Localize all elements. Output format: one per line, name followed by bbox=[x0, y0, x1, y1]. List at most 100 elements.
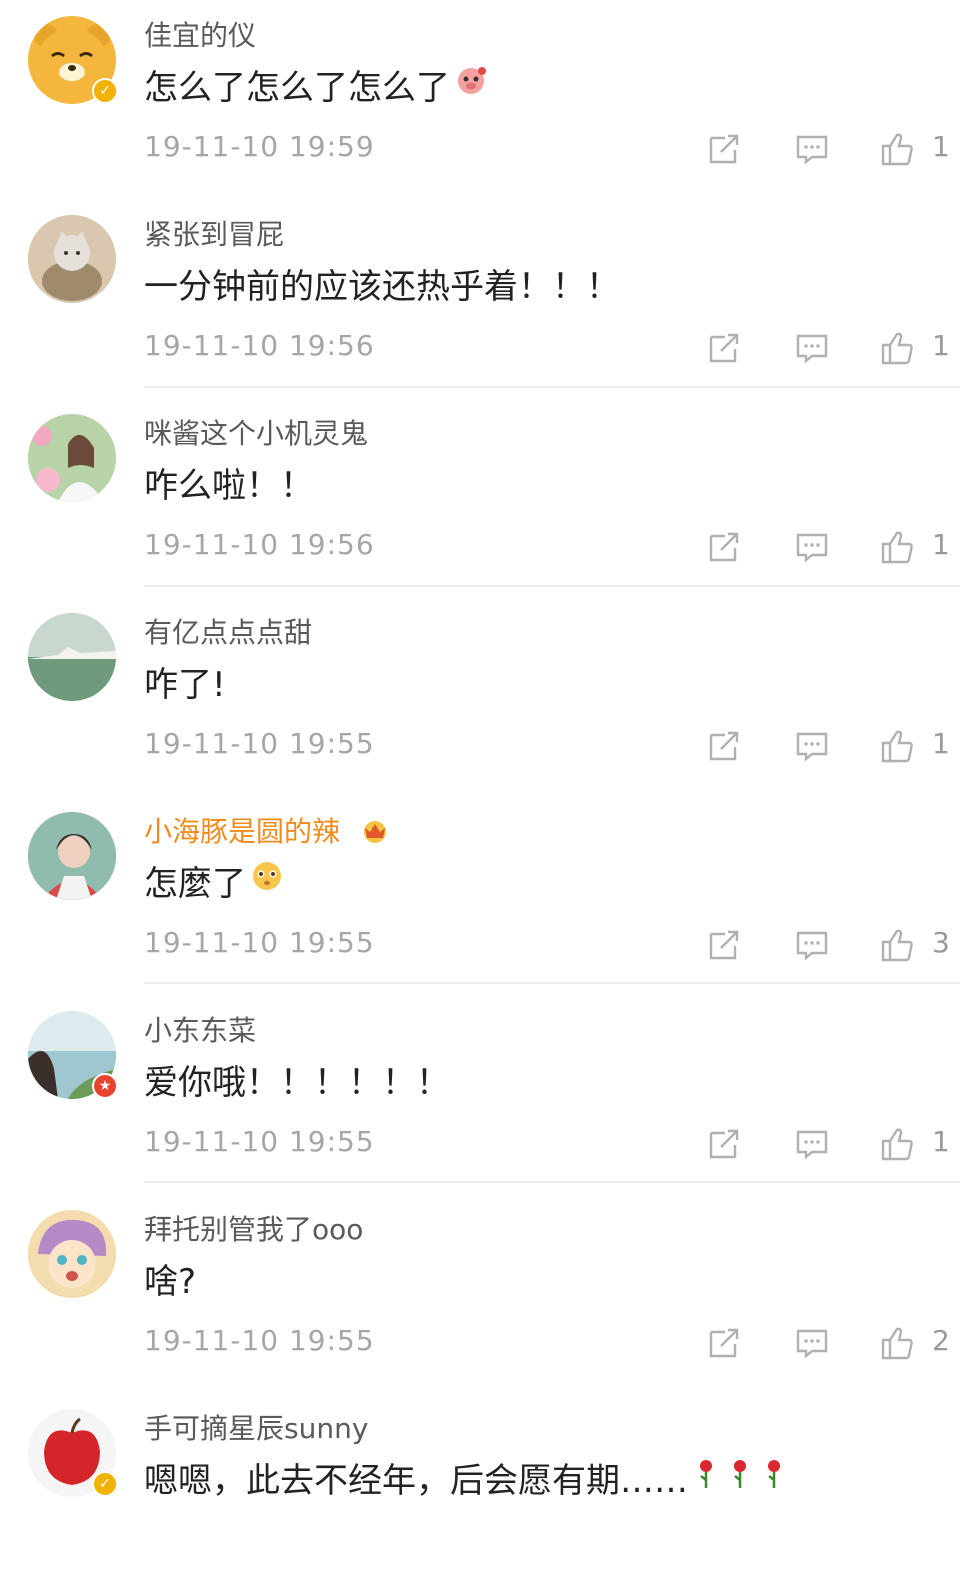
comment-item: 咪酱这个小机灵鬼 咋么啦！！ 19-11-10 19:56 1 bbox=[0, 398, 960, 596]
reply-button[interactable] bbox=[795, 530, 829, 564]
share-icon bbox=[709, 532, 739, 562]
comment-username[interactable]: 佳宜的仪 bbox=[144, 14, 256, 54]
like-count: 1 bbox=[932, 130, 950, 163]
comment-icon bbox=[796, 931, 828, 961]
reply-button[interactable] bbox=[795, 1326, 829, 1360]
like-count: 1 bbox=[932, 528, 950, 561]
comment-text: 咋么啦！！ bbox=[144, 466, 314, 506]
like-button[interactable] bbox=[880, 1127, 914, 1161]
thumbs-up-icon bbox=[881, 1128, 913, 1161]
comment-icon bbox=[796, 1130, 828, 1160]
reply-button[interactable] bbox=[795, 928, 829, 962]
seaside-avatar-icon bbox=[28, 613, 116, 701]
comment-username[interactable]: 小东东菜 bbox=[144, 1009, 256, 1049]
share-icon bbox=[709, 930, 739, 960]
share-button[interactable] bbox=[707, 1326, 741, 1360]
comment-username[interactable]: 咪酱这个小机灵鬼 bbox=[144, 412, 368, 452]
comment-time: 19-11-10 19:55 bbox=[144, 1125, 375, 1158]
like-button[interactable] bbox=[880, 530, 914, 564]
thumbs-up-icon bbox=[881, 929, 913, 962]
like-count: 1 bbox=[932, 1125, 950, 1158]
share-icon bbox=[709, 333, 739, 363]
comment-username[interactable]: 手可摘星辰sunny bbox=[144, 1407, 368, 1447]
comment-item: ✓ 手可摘星辰sunny 嗯嗯，此去不经年，后会愿有期…… bbox=[0, 1393, 960, 1591]
comment-item: 拜托别管我了ooo 啥? 19-11-10 19:55 2 bbox=[0, 1194, 960, 1392]
avatar[interactable] bbox=[28, 414, 116, 502]
comment-username[interactable]: 小海豚是圆的辣 bbox=[144, 810, 391, 851]
cat-avatar-icon bbox=[28, 215, 116, 303]
comment-text: 爱你哦！！！！！！ bbox=[144, 1063, 450, 1103]
share-icon bbox=[709, 1129, 739, 1159]
reply-button[interactable] bbox=[795, 1127, 829, 1161]
pig-emoji-icon bbox=[454, 63, 488, 106]
reply-button[interactable] bbox=[795, 729, 829, 763]
worried-face-emoji-icon bbox=[250, 859, 284, 902]
comment-text: 怎么了怎么了怎么了 bbox=[144, 60, 488, 109]
comment-text: 一分钟前的应该还热乎着！！！ bbox=[144, 267, 620, 307]
divider bbox=[144, 1181, 960, 1183]
comment-item: 小海豚是圆的辣 怎麼了 19-11-10 19:55 3 bbox=[0, 796, 960, 994]
reply-button[interactable] bbox=[795, 132, 829, 166]
share-button[interactable] bbox=[707, 928, 741, 962]
comment-item: 紧张到冒屁 一分钟前的应该还热乎着！！！ 19-11-10 19:56 1 bbox=[0, 199, 960, 397]
like-count: 1 bbox=[932, 727, 950, 760]
crown-vip-icon bbox=[359, 816, 391, 851]
comment-text: 嗯嗯，此去不经年，后会愿有期…… bbox=[144, 1453, 792, 1502]
comment-time: 19-11-10 19:55 bbox=[144, 926, 375, 959]
comment-icon bbox=[796, 334, 828, 364]
like-count: 1 bbox=[932, 329, 950, 362]
avatar[interactable]: ✓ bbox=[28, 1409, 118, 1497]
avatar[interactable] bbox=[28, 215, 116, 303]
comment-username[interactable]: 有亿点点点甜 bbox=[144, 611, 312, 651]
comment-icon bbox=[796, 732, 828, 762]
comment-item: 有亿点点点甜 咋了! 19-11-10 19:55 1 bbox=[0, 597, 960, 795]
comment-time: 19-11-10 19:55 bbox=[144, 1324, 375, 1357]
share-button[interactable] bbox=[707, 132, 741, 166]
avatar[interactable] bbox=[28, 1210, 116, 1298]
comment-icon bbox=[796, 135, 828, 165]
comment-time: 19-11-10 19:56 bbox=[144, 528, 375, 561]
reply-button[interactable] bbox=[795, 331, 829, 365]
comment-text: 啥? bbox=[144, 1262, 197, 1302]
verified-badge-icon: ✓ bbox=[92, 1471, 118, 1497]
comment-icon bbox=[796, 1329, 828, 1359]
thumbs-up-icon bbox=[881, 1327, 913, 1360]
comment-text: 咋了! bbox=[144, 665, 226, 705]
like-count: 3 bbox=[932, 926, 950, 959]
avatar[interactable] bbox=[28, 812, 116, 900]
like-count: 2 bbox=[932, 1324, 950, 1357]
share-icon bbox=[709, 731, 739, 761]
share-button[interactable] bbox=[707, 1127, 741, 1161]
woman-avatar-icon bbox=[28, 812, 116, 900]
thumbs-up-icon bbox=[881, 133, 913, 166]
share-button[interactable] bbox=[707, 530, 741, 564]
like-button[interactable] bbox=[880, 132, 914, 166]
verified-badge-icon: ✓ bbox=[92, 78, 118, 104]
like-button[interactable] bbox=[880, 331, 914, 365]
comment-icon bbox=[796, 533, 828, 563]
comment-username[interactable]: 拜托别管我了ooo bbox=[144, 1208, 363, 1248]
comment-time: 19-11-10 19:59 bbox=[144, 130, 375, 163]
share-icon bbox=[709, 134, 739, 164]
like-button[interactable] bbox=[880, 1326, 914, 1360]
avatar[interactable]: ✓ bbox=[28, 16, 118, 104]
star-badge-icon: ★ bbox=[92, 1073, 118, 1099]
share-button[interactable] bbox=[707, 729, 741, 763]
avatar[interactable]: ★ bbox=[28, 1011, 118, 1099]
comment-text: 怎麼了 bbox=[144, 856, 284, 905]
rose-emoji-icon bbox=[692, 1456, 792, 1499]
comment-username[interactable]: 紧张到冒屁 bbox=[144, 213, 284, 253]
divider bbox=[144, 585, 960, 587]
thumbs-up-icon bbox=[881, 531, 913, 564]
divider bbox=[144, 982, 960, 984]
comment-item: ✓ 佳宜的仪 怎么了怎么了怎么了 19-11-10 19:59 1 bbox=[0, 0, 960, 198]
divider bbox=[144, 386, 960, 388]
like-button[interactable] bbox=[880, 729, 914, 763]
share-icon bbox=[709, 1328, 739, 1358]
share-button[interactable] bbox=[707, 331, 741, 365]
like-button[interactable] bbox=[880, 928, 914, 962]
comment-item: ★ 小东东菜 爱你哦！！！！！！ 19-11-10 19:55 1 bbox=[0, 995, 960, 1193]
girl-flowers-avatar-icon bbox=[28, 414, 116, 502]
thumbs-up-icon bbox=[881, 730, 913, 763]
avatar[interactable] bbox=[28, 613, 116, 701]
